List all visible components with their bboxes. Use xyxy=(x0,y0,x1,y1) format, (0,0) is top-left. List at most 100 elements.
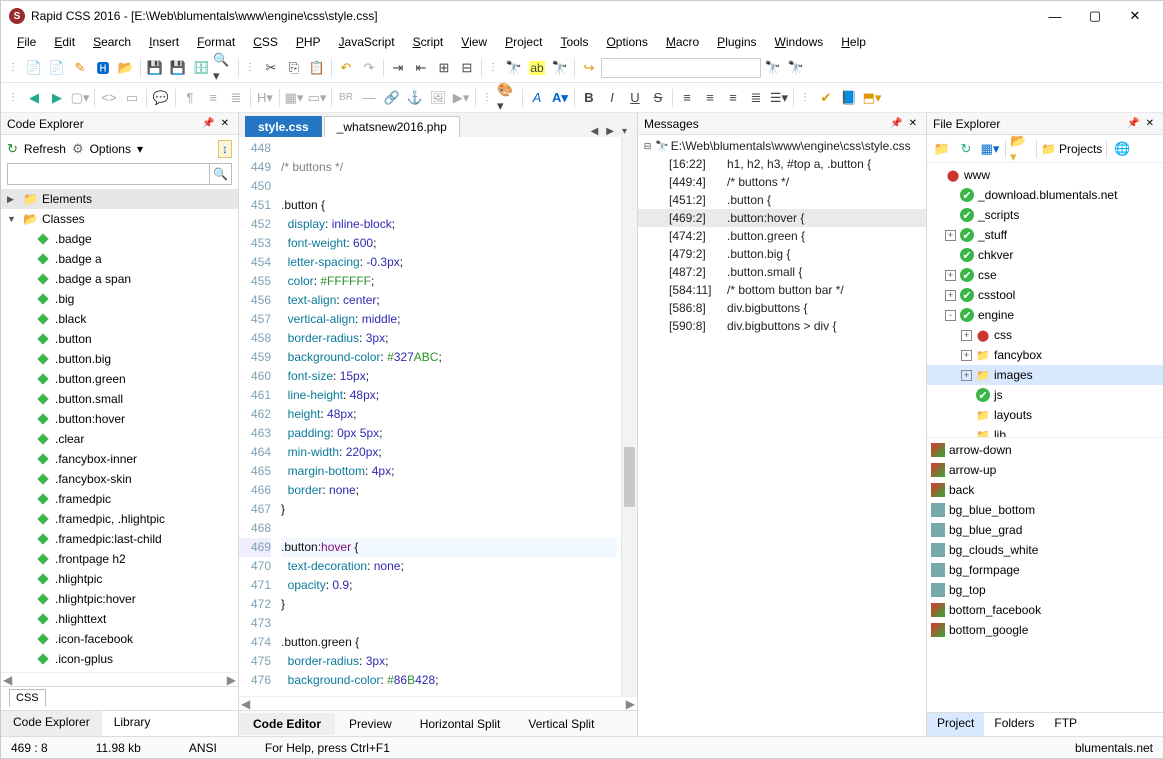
fe-file-item[interactable]: bg_blue_bottom xyxy=(927,500,1163,520)
find-icon[interactable]: 🔭 xyxy=(503,57,525,79)
message-item[interactable]: [449:4]/* buttons */ xyxy=(638,173,926,191)
menu-project[interactable]: Project xyxy=(497,33,550,51)
br-icon[interactable]: BR xyxy=(335,87,357,109)
tree-class-item[interactable]: .framedpic:last-child xyxy=(1,529,238,549)
indent-icon[interactable]: ⇥ xyxy=(387,57,409,79)
message-item[interactable]: [586:8]div.bigbuttons { xyxy=(638,299,926,317)
message-item[interactable]: [469:2].button:hover { xyxy=(638,209,926,227)
link-icon[interactable]: 🔗 xyxy=(381,87,403,109)
image-icon[interactable]: 🖼 xyxy=(427,87,449,109)
fe-tree-item[interactable]: ✔_scripts xyxy=(927,205,1163,225)
tree-class-item[interactable]: .button xyxy=(1,329,238,349)
new-icon[interactable]: 📄 xyxy=(46,57,68,79)
hscroll-left-icon[interactable]: ◀ xyxy=(241,697,250,711)
sort-icon[interactable]: ↕ xyxy=(218,140,232,158)
tree-class-item[interactable]: .button.small xyxy=(1,389,238,409)
edit-icon[interactable]: ✎ xyxy=(69,57,91,79)
hr-icon[interactable]: — xyxy=(358,87,380,109)
close-button[interactable]: ✕ xyxy=(1115,2,1155,30)
fe-file-item[interactable]: bottom_facebook xyxy=(927,600,1163,620)
fe-tree-item[interactable]: +⬤css xyxy=(927,325,1163,345)
fe-tree-item[interactable]: 📁lib xyxy=(927,425,1163,437)
forward-icon[interactable]: ▶ xyxy=(46,87,68,109)
tree-class-item[interactable]: .clear xyxy=(1,429,238,449)
validate-icon[interactable]: ✔ xyxy=(815,87,837,109)
bold-icon[interactable]: B xyxy=(578,87,600,109)
projects-dropdown[interactable]: 📁Projects xyxy=(1041,142,1102,156)
redo-icon[interactable]: ↷ xyxy=(358,57,380,79)
save-icon[interactable]: 💾 xyxy=(144,57,166,79)
search-icon[interactable]: 🔍▾ xyxy=(213,57,235,79)
fe-tab-ftp[interactable]: FTP xyxy=(1044,713,1087,736)
tree-class-item[interactable]: .button:hover xyxy=(1,409,238,429)
fe-tab-folders[interactable]: Folders xyxy=(984,713,1044,736)
anchor-icon[interactable]: ⚓ xyxy=(404,87,426,109)
close-panel-icon[interactable]: ✕ xyxy=(1143,118,1157,129)
options-icon[interactable]: ⚙ xyxy=(72,141,84,157)
table-icon[interactable]: ▦▾ xyxy=(283,87,305,109)
tree-class-item[interactable]: .fancybox-inner xyxy=(1,449,238,469)
menu-windows[interactable]: Windows xyxy=(767,33,832,51)
tree-class-item[interactable]: .framedpic, .hlightpic xyxy=(1,509,238,529)
menu-insert[interactable]: Insert xyxy=(141,33,187,51)
tree-class-item[interactable]: .hlighttext xyxy=(1,609,238,629)
fe-tree-item[interactable]: +✔_stuff xyxy=(927,225,1163,245)
fe-tree-item[interactable]: -✔engine xyxy=(927,305,1163,325)
html-icon[interactable]: 🅷 xyxy=(92,57,114,79)
fe-file-item[interactable]: bg_blue_grad xyxy=(927,520,1163,540)
nav-drop-icon[interactable]: ▢▾ xyxy=(69,87,91,109)
fe-tree-item[interactable]: +📁fancybox xyxy=(927,345,1163,365)
fe-tree-item[interactable]: ⬤www xyxy=(927,165,1163,185)
editor-tab[interactable]: style.css xyxy=(245,116,322,137)
menu-search[interactable]: Search xyxy=(85,33,139,51)
tab-nav-icon[interactable]: ◀ xyxy=(587,126,603,137)
scroll-right-icon[interactable]: ▶ xyxy=(227,673,236,687)
align-left-icon[interactable]: ≡ xyxy=(676,87,698,109)
close-panel-icon[interactable]: ✕ xyxy=(218,118,232,129)
underline-icon[interactable]: U xyxy=(624,87,646,109)
fe-open-folder-icon[interactable]: 📂▾ xyxy=(1010,138,1032,160)
menu-edit[interactable]: Edit xyxy=(46,33,83,51)
h-icon[interactable]: H▾ xyxy=(254,87,276,109)
close-panel-icon[interactable]: ✕ xyxy=(906,118,920,129)
copy-icon[interactable]: ⎘ xyxy=(283,57,305,79)
run-icon[interactable]: ▶▾ xyxy=(450,87,472,109)
menu-file[interactable]: File xyxy=(9,33,44,51)
menu-css[interactable]: CSS xyxy=(245,33,286,51)
message-item[interactable]: [451:2].button { xyxy=(638,191,926,209)
fe-view-icon[interactable]: ▦▾ xyxy=(979,138,1001,160)
editor-scrollbar[interactable] xyxy=(621,137,637,696)
cut-icon[interactable]: ✂ xyxy=(260,57,282,79)
tree-class-item[interactable]: .hlightpic:hover xyxy=(1,589,238,609)
message-item[interactable]: [16:22]h1, h2, h3, #top a, .button { xyxy=(638,155,926,173)
form-icon[interactable]: ▭▾ xyxy=(306,87,328,109)
fe-tree-item[interactable]: +✔csstool xyxy=(927,285,1163,305)
toolbar-search-input[interactable] xyxy=(601,58,761,78)
tree-class-item[interactable]: .frontpage h2 xyxy=(1,549,238,569)
tree-class-item[interactable]: .hlightpic xyxy=(1,569,238,589)
editor-view-tab[interactable]: Code Editor xyxy=(239,713,335,735)
pin-icon[interactable]: 📌 xyxy=(887,118,905,129)
tree-class-item[interactable]: .badge a xyxy=(1,249,238,269)
fe-file-item[interactable]: bg_top xyxy=(927,580,1163,600)
ce-tab-library[interactable]: Library xyxy=(102,711,163,736)
tree-class-item[interactable]: .big xyxy=(1,289,238,309)
ce-tab-code-explorer[interactable]: Code Explorer xyxy=(1,711,102,736)
tree-class-item[interactable]: .icon-facebook xyxy=(1,629,238,649)
tree-class-item[interactable]: .button.green xyxy=(1,369,238,389)
message-item[interactable]: [479:2].button.big { xyxy=(638,245,926,263)
fe-file-item[interactable]: bg_formpage xyxy=(927,560,1163,580)
menu-script[interactable]: Script xyxy=(405,33,452,51)
tree-class-item[interactable]: .badge a span xyxy=(1,269,238,289)
search-icon[interactable]: 🔍 xyxy=(210,163,232,185)
paste-icon[interactable]: 📋 xyxy=(306,57,328,79)
fe-globe-icon[interactable]: 🌐 xyxy=(1111,138,1133,160)
goto-icon[interactable]: ↪ xyxy=(578,57,600,79)
find-highlight-icon[interactable]: ab xyxy=(526,57,548,79)
tree-class-item[interactable]: .badge xyxy=(1,229,238,249)
code-area[interactable]: /* buttons */ .button { display: inline-… xyxy=(277,137,621,696)
fe-file-item[interactable]: back xyxy=(927,480,1163,500)
comment-icon[interactable]: 💬 xyxy=(150,87,172,109)
find-prev-icon[interactable]: 🔭 xyxy=(785,57,807,79)
tree-group-elements[interactable]: ▶📁Elements xyxy=(1,189,238,209)
